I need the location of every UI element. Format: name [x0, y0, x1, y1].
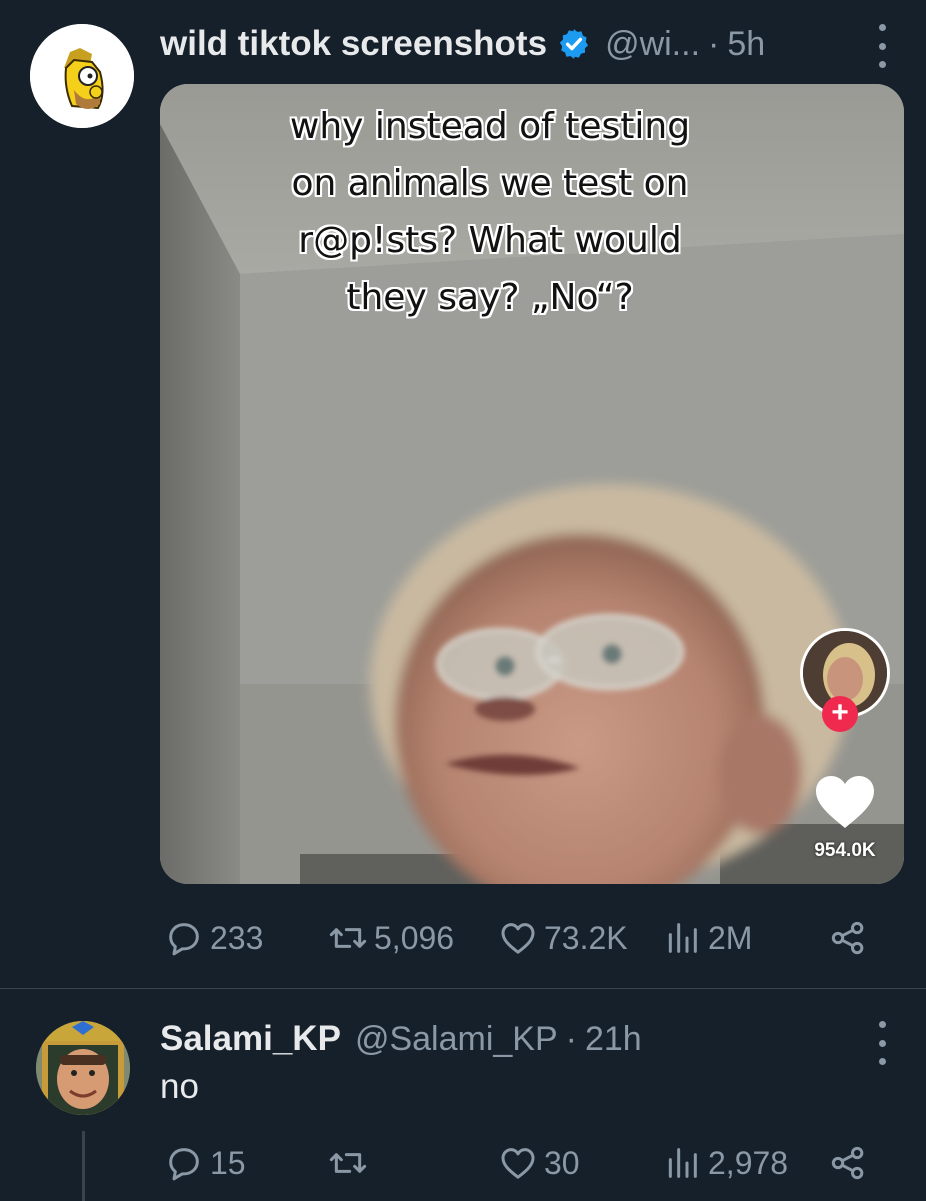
tweet-reply[interactable]: Salami_KP @Salami_KP · 21h no 15 30 2,97… [0, 988, 926, 1201]
share-icon [831, 1146, 864, 1180]
tiktok-follow-plus-icon: + [822, 696, 858, 732]
like-button[interactable]: 30 [498, 1143, 580, 1183]
retweet-count: 5,096 [374, 919, 455, 956]
heart-icon [501, 923, 535, 954]
tweet-media-image[interactable]: why instead of testing on animals we tes… [160, 84, 904, 884]
display-name[interactable]: wild tiktok screenshots [160, 24, 547, 64]
timestamp[interactable]: 5h [727, 25, 765, 64]
retweet-icon [329, 1153, 367, 1173]
caption-line: on animals we test on [291, 163, 689, 204]
share-button[interactable] [828, 918, 868, 958]
thread-connector-line [82, 1131, 85, 1201]
retweet-button[interactable]: 5,096 [328, 918, 454, 958]
share-icon [831, 921, 864, 955]
tweet-main[interactable]: wild tiktok screenshots @wi... · 5h why … [0, 0, 926, 988]
reply-count: 15 [210, 1144, 246, 1181]
like-count: 73.2K [544, 919, 628, 956]
caption-line: they say? „No“? [346, 277, 634, 318]
retweet-button[interactable] [328, 1143, 374, 1183]
views-count: 2M [708, 919, 753, 956]
reply-button[interactable]: 233 [164, 918, 263, 958]
verified-badge-icon [557, 27, 591, 61]
handle[interactable]: @wi... [605, 25, 700, 64]
timestamp[interactable]: 21h [585, 1020, 642, 1059]
views-chart-icon [668, 1148, 697, 1178]
reply-icon [169, 923, 199, 956]
separator-dot: · [708, 24, 720, 63]
like-count: 30 [544, 1144, 580, 1181]
caption-line: why instead of testing [289, 106, 691, 147]
tiktok-caption: why instead of testing on animals we tes… [250, 98, 730, 326]
views-button[interactable]: 2,978 [662, 1143, 788, 1183]
game-character-avatar-icon [36, 1021, 130, 1115]
caption-line: r@p!sts? What would [298, 220, 682, 261]
tweet-header: wild tiktok screenshots @wi... · 5h [160, 18, 765, 70]
avatar[interactable] [36, 1021, 130, 1115]
separator-dot: · [565, 1019, 577, 1058]
reply-button[interactable]: 15 [164, 1143, 246, 1183]
views-button[interactable]: 2M [662, 918, 752, 958]
heart-icon [501, 1148, 535, 1179]
retweet-icon [329, 928, 367, 948]
display-name[interactable]: Salami_KP [160, 1019, 341, 1059]
reply-count: 233 [210, 919, 264, 956]
tiktok-heart-icon [816, 776, 874, 828]
more-options-icon[interactable] [872, 24, 892, 68]
tiktok-like-count: 954.0K [814, 840, 876, 861]
more-options-icon[interactable] [872, 1021, 892, 1065]
tweet-actions: 233 5,096 73.2K 2M [160, 912, 876, 964]
tweet-text: no [160, 1067, 199, 1106]
handle[interactable]: @Salami_KP [355, 1020, 558, 1059]
views-chart-icon [668, 923, 697, 953]
tweet-header: Salami_KP @Salami_KP · 21h [160, 1013, 642, 1065]
like-button[interactable]: 73.2K [498, 918, 628, 958]
share-button[interactable] [828, 1143, 868, 1183]
cartoon-character-avatar-icon [30, 24, 134, 128]
reply-icon [169, 1148, 199, 1181]
tweet-actions: 15 30 2,978 [160, 1137, 876, 1189]
views-count: 2,978 [708, 1144, 789, 1181]
avatar[interactable] [30, 24, 134, 128]
